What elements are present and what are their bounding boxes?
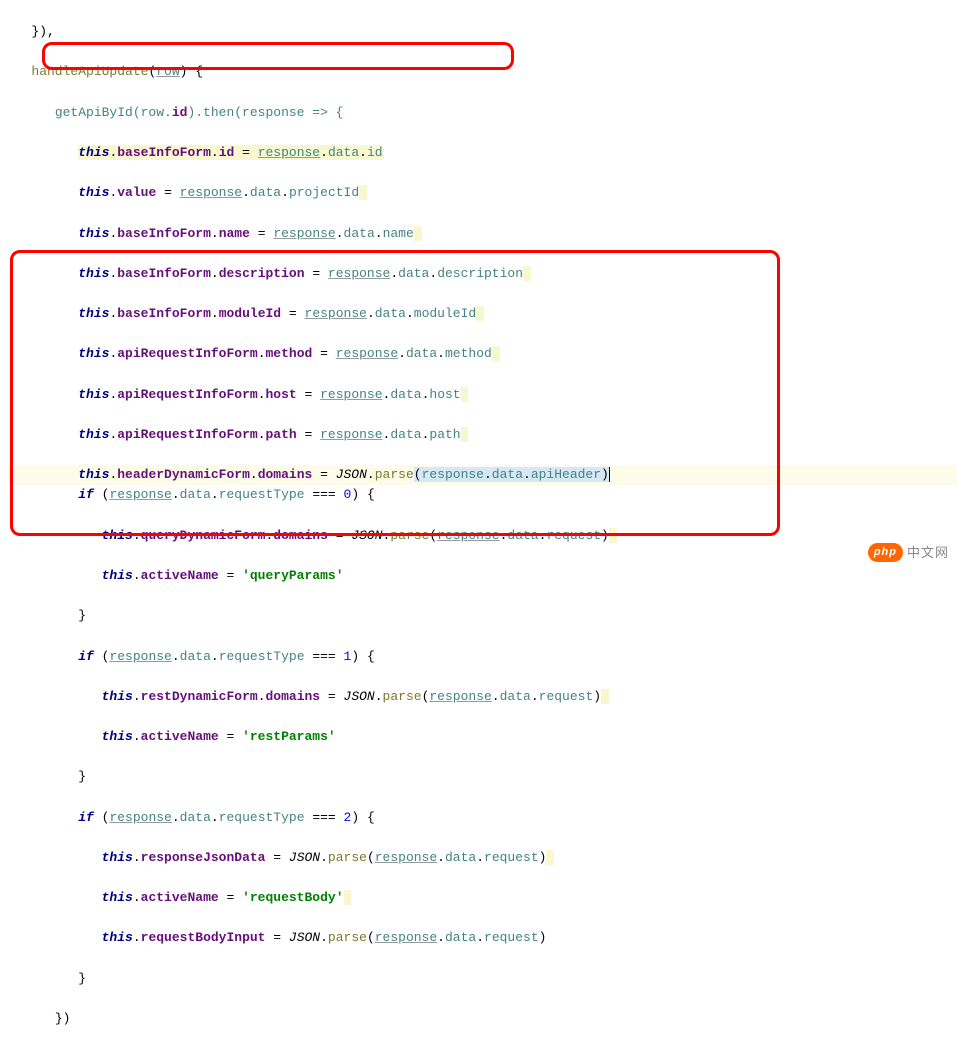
- code-line: this.restDynamicForm.domains = JSON.pars…: [8, 687, 957, 707]
- code-line: this.responseJsonData = JSON.parse(respo…: [8, 848, 957, 868]
- code-line: this.value = response.data.projectId: [8, 183, 957, 203]
- code-line: this.requestBodyInput = JSON.parse(respo…: [8, 928, 957, 948]
- code-line: this.apiRequestInfoForm.path = response.…: [8, 425, 957, 445]
- code-line: if (response.data.requestType === 2) {: [8, 808, 957, 828]
- watermark-text: 中文网: [907, 543, 949, 563]
- code-line: this.baseInfoForm.description = response…: [8, 264, 957, 284]
- code-line: this.baseInfoForm.id = response.data.id: [8, 143, 957, 163]
- code-line: this.baseInfoForm.name = response.data.n…: [8, 224, 957, 244]
- code-line-active: this.headerDynamicForm.domains = JSON.pa…: [8, 465, 957, 485]
- code-line: this.queryDynamicForm.domains = JSON.par…: [8, 526, 957, 546]
- code-line: this.activeName = 'queryParams': [8, 566, 957, 586]
- code-editor[interactable]: }), handleApiUpdate(row) { getApiById(ro…: [0, 0, 957, 1049]
- code-line: getApiById(row.id).then(response => {: [8, 103, 957, 123]
- code-line: if (response.data.requestType === 0) {: [8, 485, 957, 505]
- code-line: if (response.data.requestType === 1) {: [8, 647, 957, 667]
- code-line: this.apiRequestInfoForm.host = response.…: [8, 385, 957, 405]
- text-cursor: [609, 467, 610, 482]
- code-line: }: [8, 767, 957, 787]
- code-line: }: [8, 606, 957, 626]
- code-line: }: [8, 969, 957, 989]
- code-line: this.apiRequestInfoForm.method = respons…: [8, 344, 957, 364]
- code-line: this.activeName = 'restParams': [8, 727, 957, 747]
- code-line: this.activeName = 'requestBody': [8, 888, 957, 908]
- code-line: }),: [8, 22, 957, 42]
- code-line: this.baseInfoForm.moduleId = response.da…: [8, 304, 957, 324]
- code-line: }): [8, 1009, 957, 1029]
- watermark-badge: php: [868, 543, 903, 562]
- watermark: php 中文网: [868, 543, 949, 563]
- code-line: handleApiUpdate(row) {: [8, 62, 957, 82]
